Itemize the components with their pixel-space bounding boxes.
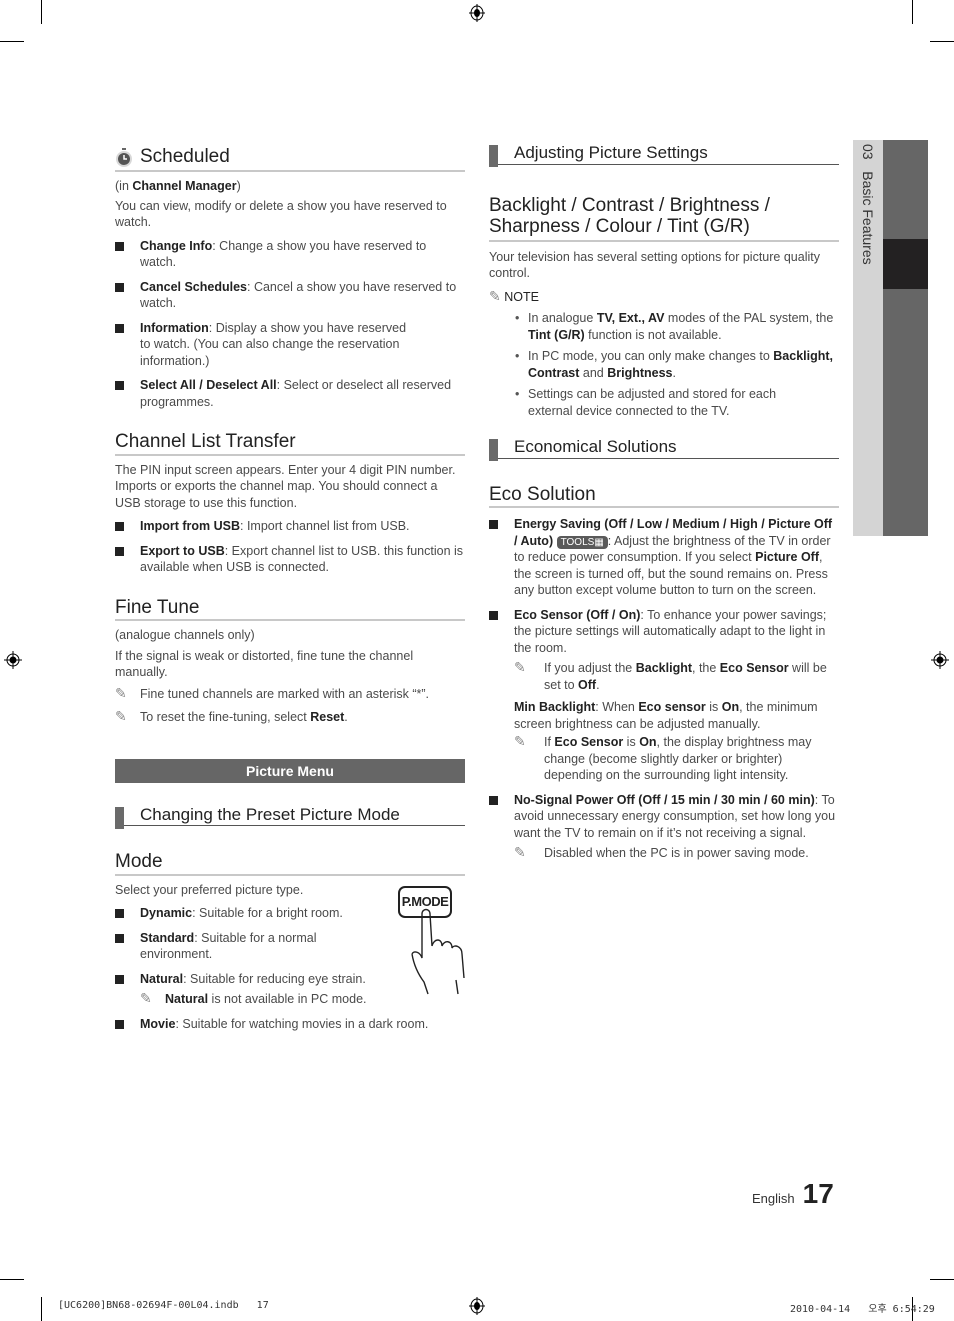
crop-mark: [0, 1279, 24, 1280]
left-column: Scheduled (in Channel Manager) You can v…: [115, 148, 465, 1032]
crop-mark: [912, 0, 913, 24]
language-label: English: [752, 1191, 795, 1206]
section-title: Scheduled: [140, 146, 230, 168]
pencil-note-icon: ✎: [115, 684, 127, 701]
list-item: Information: Display a show you have res…: [115, 320, 465, 370]
bullet-square-icon: [489, 520, 498, 529]
subsection-heading: Adjusting Picture Settings: [489, 144, 839, 167]
crop-mark: [41, 0, 42, 24]
chapter-title: Basic Features: [860, 171, 876, 265]
note: ✎ If Eco Sensor is On, the display bright…: [514, 733, 812, 782]
section-heading-channel-list-transfer: Channel List Transfer: [115, 432, 465, 456]
section-heading-mode: Mode: [115, 852, 465, 876]
page-footer: English 17: [752, 1178, 834, 1210]
bullet-square-icon: [115, 323, 124, 333]
bullet-dot-icon: •: [515, 311, 520, 325]
heading-bar-icon: [489, 439, 498, 461]
intro-text: The PIN input screen appears. Enter your…: [115, 462, 456, 510]
right-column: Adjusting Picture Settings Backlight / C…: [489, 144, 839, 862]
section-heading-eco-solution: Eco Solution: [489, 485, 839, 508]
section-heading-fine-tune: Fine Tune: [115, 598, 465, 621]
note-label: ✎ NOTE: [489, 287, 539, 304]
clock-icon: [116, 148, 132, 167]
bullet-square-icon: [115, 241, 124, 251]
registration-mark-icon: [4, 651, 22, 669]
min-backlight-text: Min Backlight: When Eco sensor is On, th…: [514, 700, 818, 731]
pencil-note-icon: ✎: [514, 844, 526, 860]
note: ✎ To reset the fine-tuning, select Reset.: [115, 708, 348, 724]
pencil-note-icon: ✎: [115, 708, 127, 724]
picture-menu-banner: Picture Menu: [115, 758, 465, 783]
intro-text: Your television has several setting opti…: [489, 249, 820, 281]
subsection-heading: Changing the Preset Picture Mode: [115, 806, 465, 829]
side-tab-active-marker: [883, 239, 928, 289]
pencil-note-icon: ✎: [514, 659, 526, 675]
crop-mark: [0, 41, 24, 42]
note: ✎ Disabled when the PC is in power saving…: [514, 844, 809, 860]
side-tab-dark: [883, 140, 928, 536]
note-bullet-item: • Settings can be adjusted and stored for…: [515, 387, 777, 418]
crop-mark: [930, 1279, 954, 1280]
context-line: (in Channel Manager): [115, 179, 241, 193]
bullet-square-icon: [115, 546, 124, 556]
pointing-hand-icon: [411, 908, 465, 994]
list-item: Export to USB: Export channel list to US…: [115, 543, 465, 576]
heading-bar-icon: [489, 145, 498, 167]
bullet-square-icon: [115, 282, 124, 292]
list-item: Change Info: Change a show you have rese…: [115, 238, 465, 271]
intro-text: If the signal is weak or distorted, fine…: [115, 648, 414, 680]
list-item: Import from USB: Import channel list fro…: [115, 518, 465, 535]
registration-mark-icon: [469, 1297, 485, 1315]
pencil-note-icon: ✎: [514, 733, 526, 749]
list-item: Energy Saving (Off / Low / Medium / High…: [489, 516, 839, 599]
page-number: 17: [802, 1178, 834, 1209]
subsection-heading: Economical Solutions: [489, 438, 839, 461]
heading-bar-icon: [115, 806, 124, 829]
print-timestamp: 2010-04-14 오후 6:54:29: [790, 1304, 935, 1315]
list-item: Select All / Deselect All: Select or des…: [115, 377, 465, 410]
bullet-square-icon: [115, 1019, 124, 1029]
chapter-side-tab: 03 Basic Features: [853, 140, 928, 536]
bullet-square-icon: [115, 974, 124, 984]
bullet-square-icon: [115, 933, 124, 943]
intro-text: You can view, modify or delete a show yo…: [115, 198, 447, 230]
print-file-info: [UC6200]BN68-02694F-00L04.indb 17: [58, 1300, 269, 1311]
bullet-dot-icon: •: [515, 387, 520, 401]
pencil-note-icon: ✎: [489, 287, 501, 304]
crop-mark: [930, 41, 954, 42]
context-line: (analogue channels only): [115, 628, 255, 642]
crop-mark: [41, 1297, 42, 1321]
note-bullet-item: • In analogue TV, Ext., AV modes of the P…: [515, 311, 834, 342]
list-item: Eco Sensor (Off / On): To enhance your p…: [489, 607, 839, 784]
list-item: Movie: Suitable for watching movies in a…: [115, 1016, 465, 1033]
note: ✎ Fine tuned channels are marked with an …: [115, 684, 430, 701]
side-tab-label: 03 Basic Features: [860, 144, 876, 265]
pencil-note-icon: ✎: [140, 990, 152, 1006]
note-bullet-item: • In PC mode, you can only make changes t…: [515, 349, 834, 380]
note: ✎ If you adjust the Backlight, the Eco Se…: [514, 659, 827, 692]
pmode-button-illustration: P.MODE: [398, 885, 468, 996]
bullet-dot-icon: •: [515, 349, 520, 363]
tools-button-icon: TOOLS▦: [556, 535, 608, 549]
bullet-square-icon: [115, 522, 124, 531]
list-item: Cancel Schedules: Cancel a show you have…: [115, 279, 465, 312]
registration-mark-icon: [469, 4, 485, 22]
bullet-square-icon: [115, 381, 124, 390]
bullet-square-icon: [489, 610, 498, 620]
registration-mark-icon: [931, 651, 949, 669]
section-heading-scheduled: Scheduled: [115, 148, 465, 172]
section-heading-backlight: Backlight / Contrast / Brightness / Shar…: [489, 195, 839, 242]
bullet-square-icon: [489, 795, 498, 805]
list-item: No-Signal Power Off (Off / 15 min / 30 m…: [489, 792, 839, 862]
bullet-square-icon: [115, 909, 124, 918]
chapter-number: 03: [860, 144, 876, 160]
